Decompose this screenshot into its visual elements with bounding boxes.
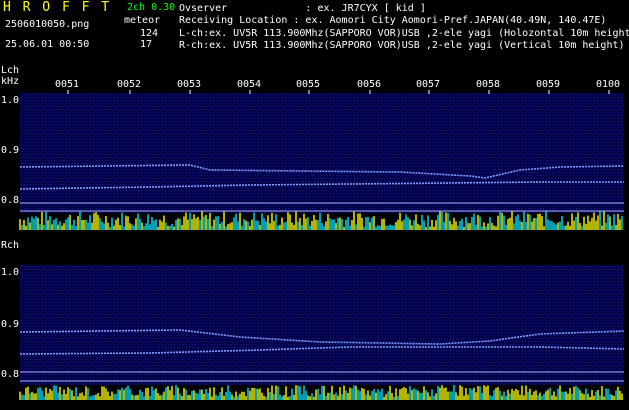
spectrogram-overlay bbox=[19, 90, 625, 400]
rch-signal-bars bbox=[19, 385, 623, 400]
lch-signal-bars bbox=[19, 211, 623, 230]
rch-traces bbox=[19, 329, 625, 382]
lch-traces bbox=[19, 90, 625, 212]
lch-trace-lower bbox=[19, 181, 624, 190]
lch-trace-upper bbox=[19, 164, 625, 179]
rch-trace-lower bbox=[19, 346, 625, 355]
rch-trace-upper bbox=[19, 329, 625, 345]
